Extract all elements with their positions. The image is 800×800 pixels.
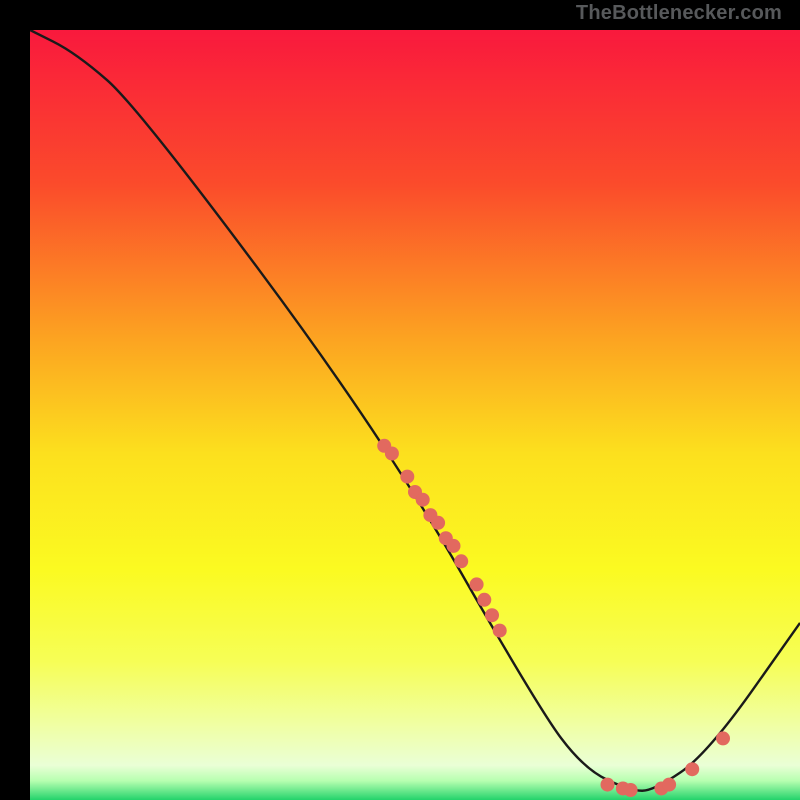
scatter-point <box>493 624 507 638</box>
scatter-point <box>416 493 430 507</box>
scatter-point <box>454 554 468 568</box>
scatter-point <box>662 778 676 792</box>
scatter-point <box>470 577 484 591</box>
scatter-point <box>400 470 414 484</box>
bottleneck-chart <box>30 30 800 800</box>
scatter-point <box>485 608 499 622</box>
scatter-point <box>385 447 399 461</box>
gradient-background <box>30 30 800 800</box>
scatter-point <box>431 516 445 530</box>
watermark-text: TheBottlenecker.com <box>576 2 782 25</box>
scatter-point <box>447 539 461 553</box>
scatter-point <box>716 731 730 745</box>
scatter-point <box>477 593 491 607</box>
scatter-point <box>601 778 615 792</box>
scatter-point <box>685 762 699 776</box>
chart-frame <box>15 15 785 785</box>
scatter-point <box>624 783 638 797</box>
